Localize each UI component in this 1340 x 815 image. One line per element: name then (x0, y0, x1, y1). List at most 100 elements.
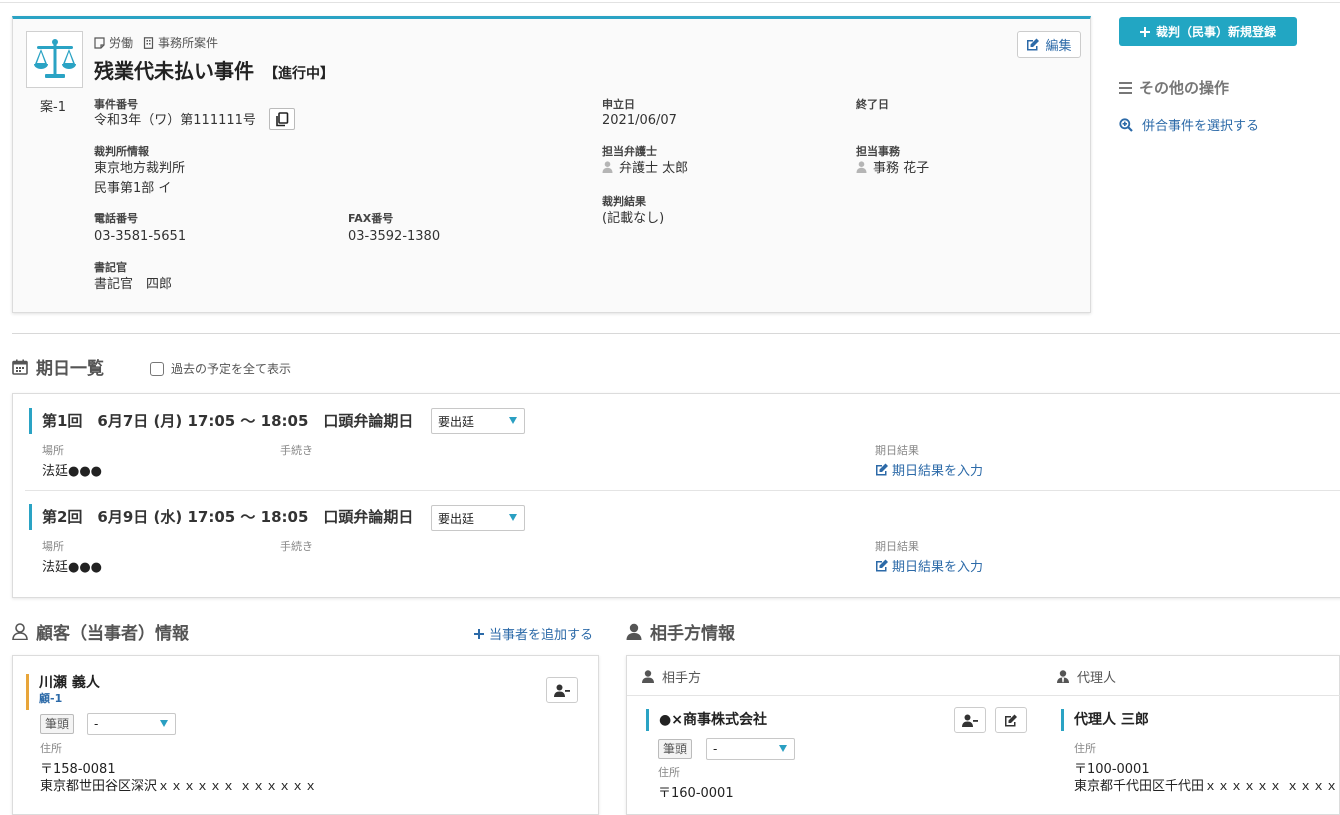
result-label: 期日結果 (875, 444, 919, 457)
result-value: (記載なし) (602, 211, 665, 226)
edit-icon (876, 463, 888, 476)
other-operations-heading: その他の操作 (1119, 77, 1229, 98)
opponent-header: 相手方 代理人 (627, 656, 1340, 696)
court-division: 民事第1部 イ (94, 181, 172, 196)
procedure-label: 手続き (280, 540, 313, 553)
show-past-checkbox[interactable]: 過去の予定を全て表示 (150, 360, 291, 377)
staff-label: 担当事務 (856, 145, 900, 158)
dropdown-arrow-icon (509, 514, 517, 521)
attendance-select[interactable]: 要出廷 (431, 505, 525, 531)
case-number: 案-1 (40, 100, 66, 115)
person-icon (856, 161, 867, 173)
user-icon (626, 623, 642, 640)
case-card: 案-1 労働 事務所案件 残業代未払い事件 【進行中】 編集 事件番号 令和3年（… (12, 16, 1091, 313)
user-tie-icon (1057, 670, 1069, 683)
dropdown-arrow-icon (160, 720, 168, 727)
case-tags: 労働 事務所案件 (94, 34, 218, 51)
result-label: 期日結果 (875, 540, 919, 553)
client-card: 川瀬 義人 顧-1 筆頭 - 住所 〒158-0081 東京都世田谷区深沢ｘｘｘ… (12, 655, 599, 815)
zoom-in-icon (1119, 117, 1133, 132)
opponent-name: ●×商事株式会社 (646, 709, 767, 731)
fax-label: FAX番号 (348, 212, 394, 225)
client-role-select[interactable]: - (87, 713, 176, 735)
case-title: 残業代未払い事件 【進行中】 (94, 59, 334, 83)
end-label: 終了日 (856, 98, 889, 111)
place-label: 場所 (42, 444, 64, 457)
person-icon (602, 161, 613, 173)
agent-address-value: 東京都千代田区千代田ｘｘｘｘｘｘ ｘｘｘｘ (1074, 779, 1339, 794)
agent-name: 代理人 三郎 (1061, 709, 1149, 731)
schedule-heading: 期日一覧 (12, 354, 104, 379)
agent-address-label: 住所 (1074, 742, 1096, 755)
copy-button[interactable] (269, 108, 295, 130)
lead-badge: 筆頭 (658, 739, 693, 759)
register-case-button[interactable]: 裁判（民事）新規登録 (1119, 17, 1297, 46)
enter-result-link[interactable]: 期日結果を入力 (875, 460, 983, 479)
schedule-item-title: 第1回 6月7日 (月) 17:05 ～ 18:05 口頭弁論期日 (29, 408, 413, 434)
edit-icon (1005, 714, 1017, 726)
postal-code: 〒160-0001 (658, 786, 734, 801)
section-divider (12, 333, 1340, 334)
user-outline-icon (12, 623, 28, 640)
place-value: 法廷●●● (42, 464, 103, 479)
case-no-value: 令和3年（ワ）第111111号 (94, 113, 256, 128)
schedule-separator (25, 490, 1340, 491)
agent-column-head: 代理人 (1057, 667, 1116, 686)
edit-icon (1027, 38, 1040, 51)
user-icon (642, 670, 654, 683)
address-label: 住所 (40, 742, 62, 755)
client-name-block: 川瀬 義人 顧-1 (26, 674, 100, 710)
select-merged-case-link[interactable]: 併合事件を選択する (1119, 115, 1259, 134)
place-value: 法廷●●● (42, 560, 103, 575)
opponent-role-select[interactable]: - (706, 738, 795, 760)
edit-button[interactable]: 編集 (1017, 31, 1081, 58)
case-no-label: 事件番号 (94, 98, 138, 111)
phone-label: 電話番号 (94, 212, 138, 225)
tag-office: 事務所案件 (143, 34, 218, 51)
client-heading: 顧客（当事者）情報 (12, 619, 189, 644)
court-label: 裁判所情報 (94, 145, 149, 158)
lead-badge: 筆頭 (40, 714, 75, 734)
plus-icon (1139, 26, 1150, 37)
edit-icon (876, 559, 888, 572)
phone-value: 03-3581-5651 (94, 229, 187, 244)
top-divider (0, 2, 1340, 3)
place-label: 場所 (42, 540, 64, 553)
address-label: 住所 (658, 766, 680, 779)
checkbox[interactable] (150, 361, 164, 376)
remove-opponent-button[interactable] (954, 707, 986, 733)
result-label: 裁判結果 (602, 195, 646, 208)
note-icon (94, 36, 105, 49)
remove-client-button[interactable] (546, 677, 578, 703)
schedule-card: 第1回 6月7日 (月) 17:05 ～ 18:05 口頭弁論期日 要出廷 場所… (12, 393, 1340, 598)
fax-value: 03-3592-1380 (348, 229, 441, 244)
plus-icon (474, 628, 484, 639)
copy-icon (276, 111, 289, 126)
scales-icon (26, 31, 83, 88)
opponent-heading: 相手方情報 (626, 619, 735, 644)
lawyer-value: 弁護士 太郎 (602, 159, 688, 179)
staff-value: 事務 花子 (856, 159, 929, 179)
client-id[interactable]: 顧-1 (39, 692, 100, 706)
tag-labor: 労働 (94, 34, 133, 51)
edit-opponent-button[interactable] (995, 707, 1027, 733)
procedure-label: 手続き (280, 444, 313, 457)
enter-result-link[interactable]: 期日結果を入力 (875, 556, 983, 575)
user-minus-icon (962, 714, 978, 727)
client-name: 川瀬 義人 (39, 675, 100, 691)
schedule-item-title: 第2回 6月9日 (水) 17:05 ～ 18:05 口頭弁論期日 (29, 504, 413, 530)
status-badge: 【進行中】 (264, 66, 334, 82)
dropdown-arrow-icon (779, 745, 787, 752)
secretary-value: 書記官 四郎 (94, 277, 173, 292)
lawyer-label: 担当弁護士 (602, 145, 657, 158)
court-name: 東京地方裁判所 (94, 161, 186, 176)
attendance-select[interactable]: 要出廷 (431, 408, 525, 434)
opponent-column-head: 相手方 (642, 667, 701, 686)
calendar-icon (12, 359, 28, 375)
add-party-link[interactable]: 当事者を追加する (474, 624, 593, 643)
user-minus-icon (554, 684, 570, 697)
filed-value: 2021/06/07 (602, 113, 677, 128)
dropdown-arrow-icon (509, 417, 517, 424)
opponent-card: 相手方 代理人 ●×商事株式会社 筆頭 - 住所 〒160-0001 代理人 三… (626, 655, 1340, 815)
building-icon (143, 36, 154, 49)
